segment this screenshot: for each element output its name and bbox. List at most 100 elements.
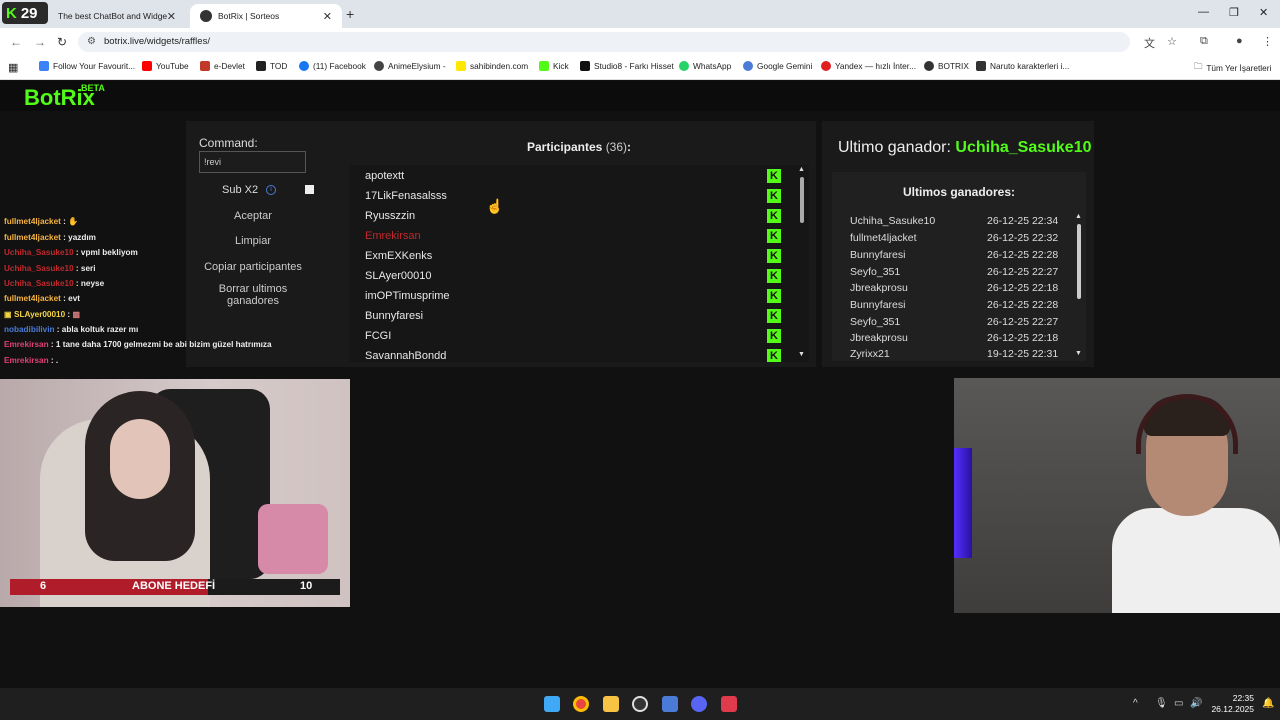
tab-chatbot[interactable]: The best ChatBot and Widgets ✕: [48, 4, 186, 28]
site-info-icon[interactable]: ⚙: [87, 32, 96, 52]
kick-icon: K: [767, 289, 781, 303]
scroll-up-icon[interactable]: ▲: [1075, 213, 1082, 220]
participants-scrollbar[interactable]: ▲ ▼: [798, 165, 808, 361]
all-bookmarks[interactable]: 🗀 Tüm Yer İşaretleri: [1194, 61, 1271, 75]
reload-icon[interactable]: ↻: [57, 35, 67, 49]
scroll-up-icon[interactable]: ▲: [798, 166, 805, 173]
list-item: FCGI K: [365, 326, 785, 346]
tab-title: The best ChatBot and Widgets: [58, 11, 167, 21]
forward-icon[interactable]: →: [34, 35, 46, 49]
chat-message: Emrekirsan : .: [4, 356, 59, 365]
taskbar: ^ 🎙 ▭ 🔊 22:35 26.12.2025 🔔: [0, 688, 1280, 720]
bookmark-item[interactable]: WhatsApp: [679, 61, 731, 71]
scroll-down-icon[interactable]: ▼: [798, 351, 805, 358]
winner-row: Uchiha_Sasuke10 26-12-25 22:34: [850, 215, 1059, 227]
notification-icon[interactable]: 🔔: [1262, 698, 1274, 709]
back-icon[interactable]: ←: [10, 35, 22, 49]
window-close-icon[interactable]: ✕: [1259, 6, 1268, 19]
new-tab-icon[interactable]: +: [346, 6, 354, 22]
yandex-icon: [821, 61, 831, 71]
winner-row: Zyrixx21 19-12-25 22:31: [850, 348, 1059, 360]
botrix-icon: [924, 61, 934, 71]
list-item: Ryusszzin K: [365, 206, 785, 226]
tray-chevron-icon[interactable]: ^: [1133, 698, 1138, 709]
bookmark-item[interactable]: Naruto karakterleri i...: [976, 61, 1069, 71]
bookmark-item[interactable]: AnimeElysium -: [374, 61, 446, 71]
bookmark-item[interactable]: Follow Your Favourit...: [39, 61, 135, 71]
list-item: 17LikFenasalsss K: [365, 186, 785, 206]
bookmark-item[interactable]: Google Gemini: [743, 61, 812, 71]
apps-grid-icon[interactable]: ▦: [8, 61, 18, 74]
winner-row: Bunnyfaresi 26-12-25 22:28: [850, 249, 1059, 261]
list-item: SLAyer00010 K: [365, 266, 785, 286]
windows-start-icon[interactable]: [544, 696, 560, 712]
list-item-winner: Emrekirsan K: [365, 226, 785, 246]
profile-avatar-icon[interactable]: ●: [1236, 35, 1243, 47]
kick-logo-icon: K: [6, 4, 17, 22]
winners-scrollbar[interactable]: ▲ ▼: [1075, 213, 1082, 358]
file-explorer-icon[interactable]: [603, 696, 619, 712]
mouse-cursor-icon: ☝: [486, 198, 504, 214]
kick-icon: K: [767, 309, 781, 323]
chat-message: fullmet4ljacket : ✋: [4, 217, 79, 226]
volume-icon[interactable]: 🔊: [1190, 698, 1202, 709]
folder-icon: 🗀: [1194, 61, 1203, 71]
chrome-icon[interactable]: [573, 696, 589, 712]
tod-icon: [256, 61, 266, 71]
close-icon[interactable]: ✕: [323, 10, 332, 23]
bookmark-item[interactable]: (11) Facebook: [299, 61, 366, 71]
discord-icon[interactable]: [691, 696, 707, 712]
app-icon[interactable]: [662, 696, 678, 712]
emote-icon: ✋: [68, 217, 79, 226]
scroll-thumb[interactable]: [800, 177, 804, 223]
goal-current: 6: [40, 580, 47, 592]
kick-icon: K: [767, 249, 781, 263]
bookmark-item[interactable]: sahibinden.com: [456, 61, 528, 71]
translate-icon[interactable]: 文: [1144, 35, 1155, 51]
browser-tab-strip: K 29 The best ChatBot and Widgets ✕ BotRi…: [0, 0, 1280, 28]
sub-x2-label: Sub X2: [222, 184, 259, 196]
menu-dots-icon[interactable]: ⋮: [1262, 35, 1273, 48]
obs-icon[interactable]: [632, 696, 648, 712]
list-item: Bunnyfaresi K: [365, 306, 785, 326]
scroll-down-icon[interactable]: ▼: [1075, 350, 1082, 357]
bookmark-item[interactable]: Kick: [539, 61, 569, 71]
kick-icon: [539, 61, 549, 71]
minimize-icon[interactable]: —: [1198, 6, 1209, 18]
list-item: ExmEXKenks K: [365, 246, 785, 266]
info-icon[interactable]: i: [266, 185, 276, 195]
mic-icon[interactable]: 🎙: [1155, 698, 1168, 709]
subscriber-badge-icon: ▣: [4, 310, 15, 319]
kick-icon: K: [767, 269, 781, 283]
winners-list[interactable]: Ultimos ganadores: Uchiha_Sasuke10 26-12-…: [832, 172, 1086, 361]
bookmarks-bar: ▦ Follow Your Favourit... YouTube e-Devl…: [0, 56, 1280, 80]
sub-x2-checkbox[interactable]: [305, 185, 314, 194]
bookmark-item[interactable]: BOTRIX: [924, 61, 969, 71]
kick-icon: K: [767, 189, 781, 203]
extensions-icon[interactable]: ⧉: [1200, 35, 1208, 48]
participants-list[interactable]: apotextt K 17LikFenasalsss K Ryusszzin K Em…: [349, 165, 809, 362]
gemini-icon: [743, 61, 753, 71]
network-icon[interactable]: ▭: [1174, 698, 1183, 709]
chat-message: ▣ SLAyer00010 : ▩: [4, 310, 81, 319]
bookmark-item[interactable]: YouTube: [142, 61, 189, 71]
bookmark-item[interactable]: TOD: [256, 61, 287, 71]
command-input[interactable]: !revi: [199, 151, 306, 173]
bookmark-item[interactable]: e-Devlet: [200, 61, 245, 71]
restore-icon[interactable]: ❐: [1229, 6, 1239, 19]
scroll-thumb[interactable]: [1077, 224, 1081, 299]
beta-tag: BETA: [81, 83, 105, 93]
url-field[interactable]: ⚙ botrix.live/widgets/raffles/: [78, 32, 1130, 52]
winner-row: Bunnyfaresi 26-12-25 22:28: [850, 299, 1059, 311]
valorant-icon[interactable]: [721, 696, 737, 712]
chat-overlay: fullmet4ljacket : ✋ fullmet4ljacket : ya…: [0, 213, 316, 367]
bookmark-item[interactable]: Studio8 - Farkı Hisset: [580, 61, 674, 71]
winner-row: Jbreakprosu 26-12-25 22:18: [850, 332, 1059, 344]
tab-botrix-sorteos[interactable]: BotRix | Sorteos ✕: [190, 4, 342, 28]
system-clock[interactable]: 22:35 26.12.2025: [1206, 693, 1254, 715]
bookmark-item[interactable]: Yandex — hızlı İnter...: [821, 61, 916, 71]
botrix-logo[interactable]: BotRix BETA: [24, 83, 105, 111]
kick-icon: K: [767, 329, 781, 343]
close-icon[interactable]: ✕: [167, 10, 176, 23]
star-icon[interactable]: ☆: [1167, 35, 1177, 48]
